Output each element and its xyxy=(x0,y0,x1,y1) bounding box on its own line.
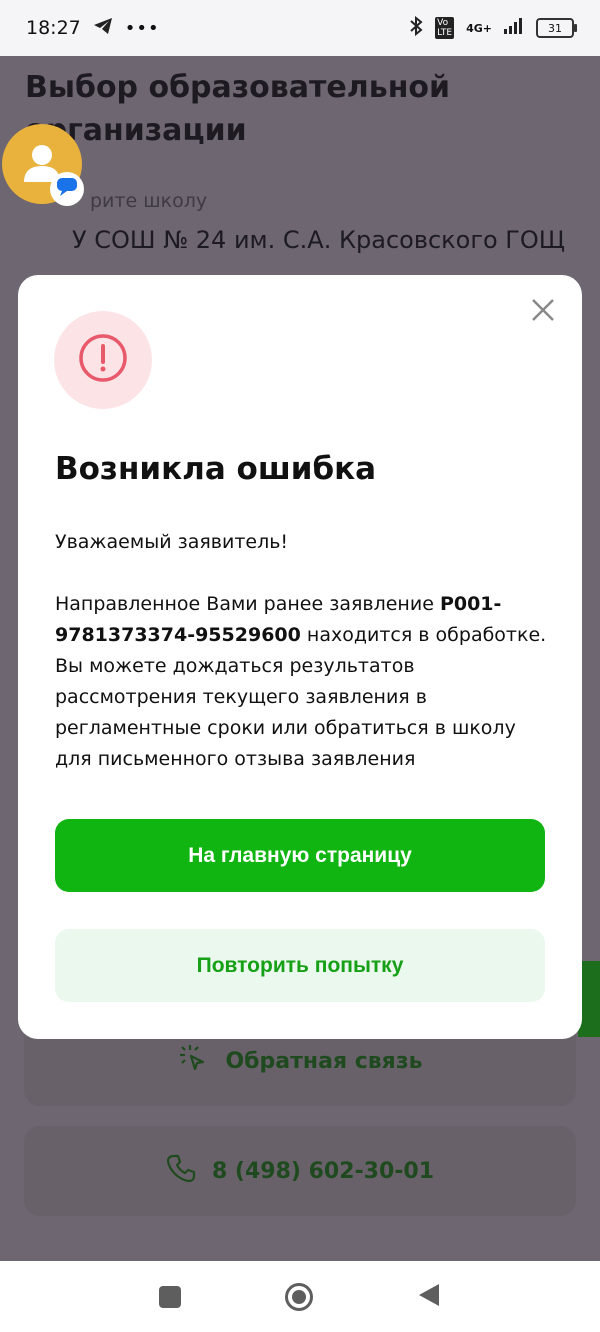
phone-number: 8 (498) 602-30-01 xyxy=(211,1158,435,1184)
home-button[interactable] xyxy=(285,1282,313,1311)
status-bar: 18:27 ••• Vo LTE 4G+ 31 xyxy=(0,0,600,56)
telegram-icon xyxy=(93,17,113,40)
recents-button[interactable] xyxy=(159,1285,181,1308)
details-text-start: Направленное Вами ранее заявление xyxy=(55,593,440,615)
status-bar-left: 18:27 ••• xyxy=(26,17,160,40)
close-button[interactable] xyxy=(526,295,560,329)
dialog-message: Уважаемый заявитель! Направленное Вами р… xyxy=(55,527,550,775)
network-label: 4G+ xyxy=(466,21,492,35)
battery-icon: 31 xyxy=(536,18,577,38)
phone-icon xyxy=(166,1153,196,1189)
school-field-label: рите школу xyxy=(90,190,208,212)
more-dots-icon: ••• xyxy=(124,17,160,39)
page-title: Выбор образовательной организации xyxy=(25,70,451,148)
close-icon xyxy=(530,297,556,327)
home-page-button[interactable]: На главную страницу xyxy=(55,819,545,892)
school-field-value[interactable]: У СОШ № 24 им. С.А. Красовского ГОЩ xyxy=(72,226,565,254)
volte-icon: Vo LTE xyxy=(435,17,455,39)
message-icon xyxy=(56,177,78,201)
signal-icon xyxy=(504,17,524,39)
alert-badge xyxy=(54,311,152,409)
bluetooth-icon xyxy=(409,15,423,41)
status-bar-right: Vo LTE 4G+ 31 xyxy=(409,15,577,41)
dialog-details: Направленное Вами ранее заявление P001-9… xyxy=(55,589,550,775)
dialog-greeting: Уважаемый заявитель! xyxy=(55,531,289,553)
chat-badge[interactable] xyxy=(50,172,84,206)
system-nav-bar xyxy=(0,1261,600,1332)
back-button[interactable] xyxy=(417,1282,441,1312)
phone-link[interactable]: 8 (498) 602-30-01 xyxy=(24,1126,576,1216)
feedback-label: Обратная связь xyxy=(225,1048,423,1074)
status-time: 18:27 xyxy=(26,17,81,39)
home-dot-icon xyxy=(292,1289,306,1304)
dialog-title: Возникла ошибка xyxy=(55,451,377,487)
feedback-icon xyxy=(177,1042,209,1080)
battery-level: 31 xyxy=(548,21,562,35)
retry-button[interactable]: Повторить попытку xyxy=(55,929,545,1002)
error-dialog: Возникла ошибка Уважаемый заявитель! Нап… xyxy=(18,275,582,1039)
exclamation-icon xyxy=(78,333,128,387)
